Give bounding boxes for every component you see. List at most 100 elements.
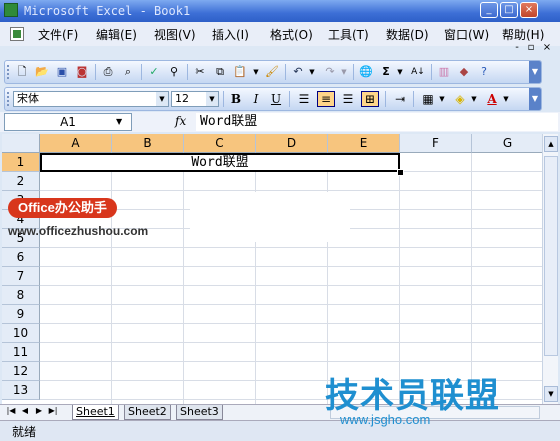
open-icon[interactable]: 📂	[33, 64, 51, 80]
column-header-a[interactable]: A	[40, 134, 112, 153]
fill-color-icon[interactable]: ◈	[451, 91, 469, 107]
doc-restore-button[interactable]: ▫	[524, 42, 538, 53]
column-header-c[interactable]: C	[184, 134, 256, 153]
last-sheet-icon[interactable]: ▶|	[48, 406, 58, 415]
align-center-icon[interactable]: ≡	[317, 91, 335, 107]
row-header-13[interactable]: 13	[2, 381, 40, 400]
fill-dropdown-icon[interactable]: ▼	[469, 91, 479, 107]
select-all-button[interactable]	[2, 134, 40, 153]
borders-dropdown-icon[interactable]: ▼	[437, 91, 447, 107]
excel-app-icon[interactable]	[4, 3, 18, 17]
column-header-e[interactable]: E	[328, 134, 400, 153]
hyperlink-icon[interactable]: 🌐	[357, 64, 375, 80]
font-color-button[interactable]: A	[483, 91, 501, 107]
prev-sheet-icon[interactable]: ◀	[20, 406, 30, 415]
chart-wizard-icon[interactable]: ▥	[435, 64, 453, 80]
tab-sheet2[interactable]: Sheet2	[124, 405, 171, 420]
workbook-icon[interactable]	[10, 27, 24, 41]
new-icon[interactable]: 🗋	[13, 64, 31, 80]
paste-icon[interactable]: 📋	[231, 64, 249, 80]
font-color-dropdown-icon[interactable]: ▼	[501, 91, 511, 107]
doc-close-button[interactable]: ×	[540, 42, 554, 53]
font-name-value: 宋体	[17, 92, 39, 105]
column-header-b[interactable]: B	[112, 134, 184, 153]
first-sheet-icon[interactable]: |◀	[6, 406, 16, 415]
scroll-up-icon[interactable]: ▲	[544, 136, 558, 152]
merge-center-icon[interactable]: ⊞	[361, 91, 379, 107]
chevron-down-icon[interactable]: ▼	[156, 92, 168, 106]
font-name-select[interactable]: 宋体 ▼	[13, 91, 169, 107]
toolbar-grip[interactable]	[7, 65, 12, 79]
next-sheet-icon[interactable]: ▶	[34, 406, 44, 415]
undo-dropdown-icon[interactable]: ▼	[307, 64, 317, 80]
indent-icon[interactable]: ⇥	[391, 91, 409, 107]
save-icon[interactable]: ▣	[53, 64, 71, 80]
paste-dropdown-icon[interactable]: ▼	[251, 64, 261, 80]
scroll-thumb[interactable]	[544, 156, 558, 356]
help-icon[interactable]: ?	[475, 64, 493, 80]
chevron-down-icon[interactable]: ▼	[206, 92, 218, 106]
toolbar-grip[interactable]	[7, 92, 12, 106]
redo-dropdown-icon[interactable]: ▼	[339, 64, 349, 80]
tab-sheet3[interactable]: Sheet3	[176, 405, 223, 420]
maximize-button[interactable]: □	[500, 2, 518, 18]
undo-icon[interactable]: ↶	[289, 64, 307, 80]
column-header-d[interactable]: D	[256, 134, 328, 153]
row-header-7[interactable]: 7	[2, 267, 40, 286]
font-size-select[interactable]: 12 ▼	[171, 91, 219, 107]
fill-handle[interactable]	[397, 169, 404, 176]
redo-icon[interactable]: ↷	[321, 64, 339, 80]
row-header-9[interactable]: 9	[2, 305, 40, 324]
toolbar-options-icon[interactable]: ▼	[529, 61, 541, 83]
format-painter-icon[interactable]: 🖌	[263, 64, 281, 80]
menu-format[interactable]: 格式(O)	[270, 26, 313, 43]
row-header-1[interactable]: 1	[2, 153, 40, 172]
row-header-2[interactable]: 2	[2, 172, 40, 191]
row-header-12[interactable]: 12	[2, 362, 40, 381]
tab-sheet1[interactable]: Sheet1	[72, 405, 119, 420]
column-header-g[interactable]: G	[472, 134, 542, 153]
drawing-icon[interactable]: ◆	[455, 64, 473, 80]
align-left-icon[interactable]: ☰	[295, 91, 313, 107]
menu-data[interactable]: 数据(D)	[386, 26, 429, 43]
borders-icon[interactable]: ▦	[419, 91, 437, 107]
close-button[interactable]: ×	[520, 2, 538, 18]
print-preview-icon[interactable]: ⌕	[119, 64, 137, 80]
row-header-10[interactable]: 10	[2, 324, 40, 343]
toolbar-options-icon[interactable]: ▼	[529, 88, 541, 110]
formula-input[interactable]: Word联盟	[196, 113, 558, 131]
scroll-down-icon[interactable]: ▼	[544, 386, 558, 402]
copy-icon[interactable]: ⧉	[211, 64, 229, 80]
italic-button[interactable]: I	[247, 91, 265, 107]
permission-icon[interactable]: ◙	[73, 64, 91, 80]
menu-edit[interactable]: 编辑(E)	[96, 26, 137, 43]
underline-button[interactable]: U	[267, 91, 285, 107]
row-header-11[interactable]: 11	[2, 343, 40, 362]
menu-help[interactable]: 帮助(H)	[502, 26, 544, 43]
name-box[interactable]: A1	[4, 113, 132, 131]
menu-window[interactable]: 窗口(W)	[444, 26, 489, 43]
column-header-f[interactable]: F	[400, 134, 472, 153]
research-icon[interactable]: ⚲	[165, 64, 183, 80]
merged-cell-a1-e1[interactable]: Word联盟	[40, 153, 400, 172]
vertical-scrollbar[interactable]: ▲ ▼	[542, 134, 558, 404]
autosum-dropdown-icon[interactable]: ▼	[395, 64, 405, 80]
sort-ascending-icon[interactable]: A↓	[409, 64, 427, 80]
menu-view[interactable]: 视图(V)	[154, 26, 196, 43]
bold-button[interactable]: B	[227, 91, 245, 107]
row-header-6[interactable]: 6	[2, 248, 40, 267]
minimize-button[interactable]: _	[480, 2, 498, 18]
row-header-8[interactable]: 8	[2, 286, 40, 305]
menu-insert[interactable]: 插入(I)	[212, 26, 249, 43]
cut-icon[interactable]: ✂	[191, 64, 209, 80]
spelling-icon[interactable]: ✓	[145, 64, 163, 80]
menu-file[interactable]: 文件(F)	[38, 26, 78, 43]
insert-function-button[interactable]: fx	[175, 114, 186, 128]
autosum-icon[interactable]: Σ	[377, 64, 395, 80]
chevron-down-icon[interactable]: ▼	[116, 117, 122, 126]
menu-tools[interactable]: 工具(T)	[328, 26, 369, 43]
worksheet-grid[interactable]: A B C D E F G 1 2 3 4 5 6 7 8 9 10 11 12…	[2, 134, 542, 404]
print-icon[interactable]: ⎙	[99, 64, 117, 80]
doc-minimize-button[interactable]: -	[510, 42, 524, 53]
align-right-icon[interactable]: ☰	[339, 91, 357, 107]
